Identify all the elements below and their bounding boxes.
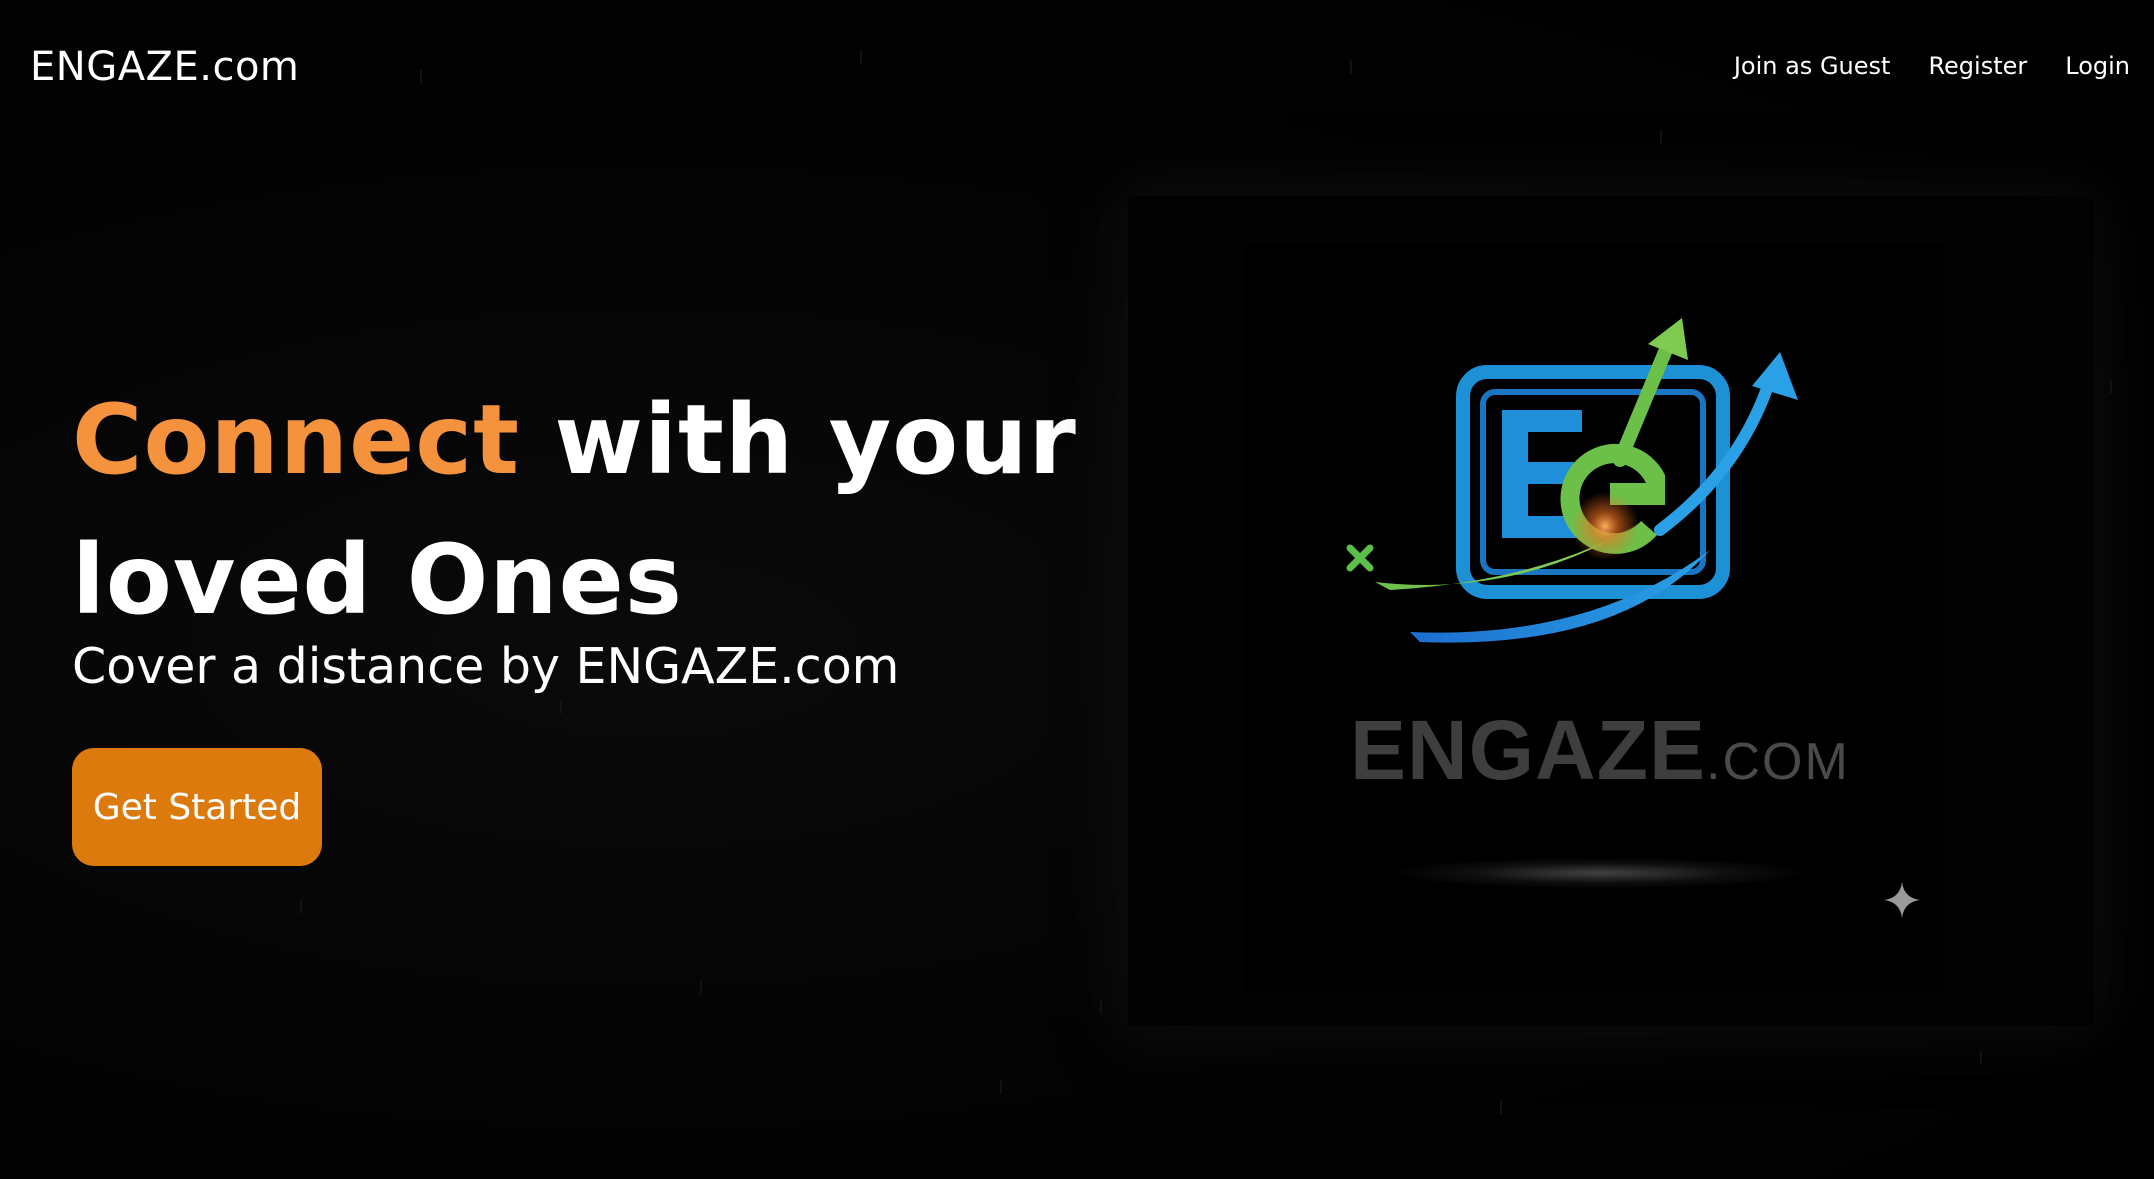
logo-glow — [1400, 858, 1800, 888]
engaze-logo-image — [1346, 318, 1798, 643]
get-started-button[interactable]: Get Started — [72, 748, 322, 866]
landing-page: ENGAZE.com Join as Guest Register Login … — [0, 0, 2154, 1179]
brand-logo-link[interactable]: ENGAZE.com — [30, 44, 299, 90]
hero-title-accent: Connect — [72, 384, 520, 496]
wordmark-main: ENGAZE — [1350, 703, 1707, 797]
nav-links: Join as Guest Register Login — [1734, 52, 2130, 80]
sparkle-icon — [1884, 882, 1920, 918]
register-link[interactable]: Register — [1928, 52, 2027, 80]
hero-title: Connect with your loved Ones — [72, 370, 1102, 650]
login-link[interactable]: Login — [2065, 52, 2130, 80]
join-as-guest-link[interactable]: Join as Guest — [1734, 52, 1891, 80]
hero-subtitle: Cover a distance by ENGAZE.com — [72, 638, 900, 695]
engaze-wordmark: ENGAZE.COM — [1350, 705, 1850, 807]
top-navbar: ENGAZE.com Join as Guest Register Login — [0, 0, 2154, 136]
wordmark-suffix: .COM — [1706, 733, 1850, 791]
